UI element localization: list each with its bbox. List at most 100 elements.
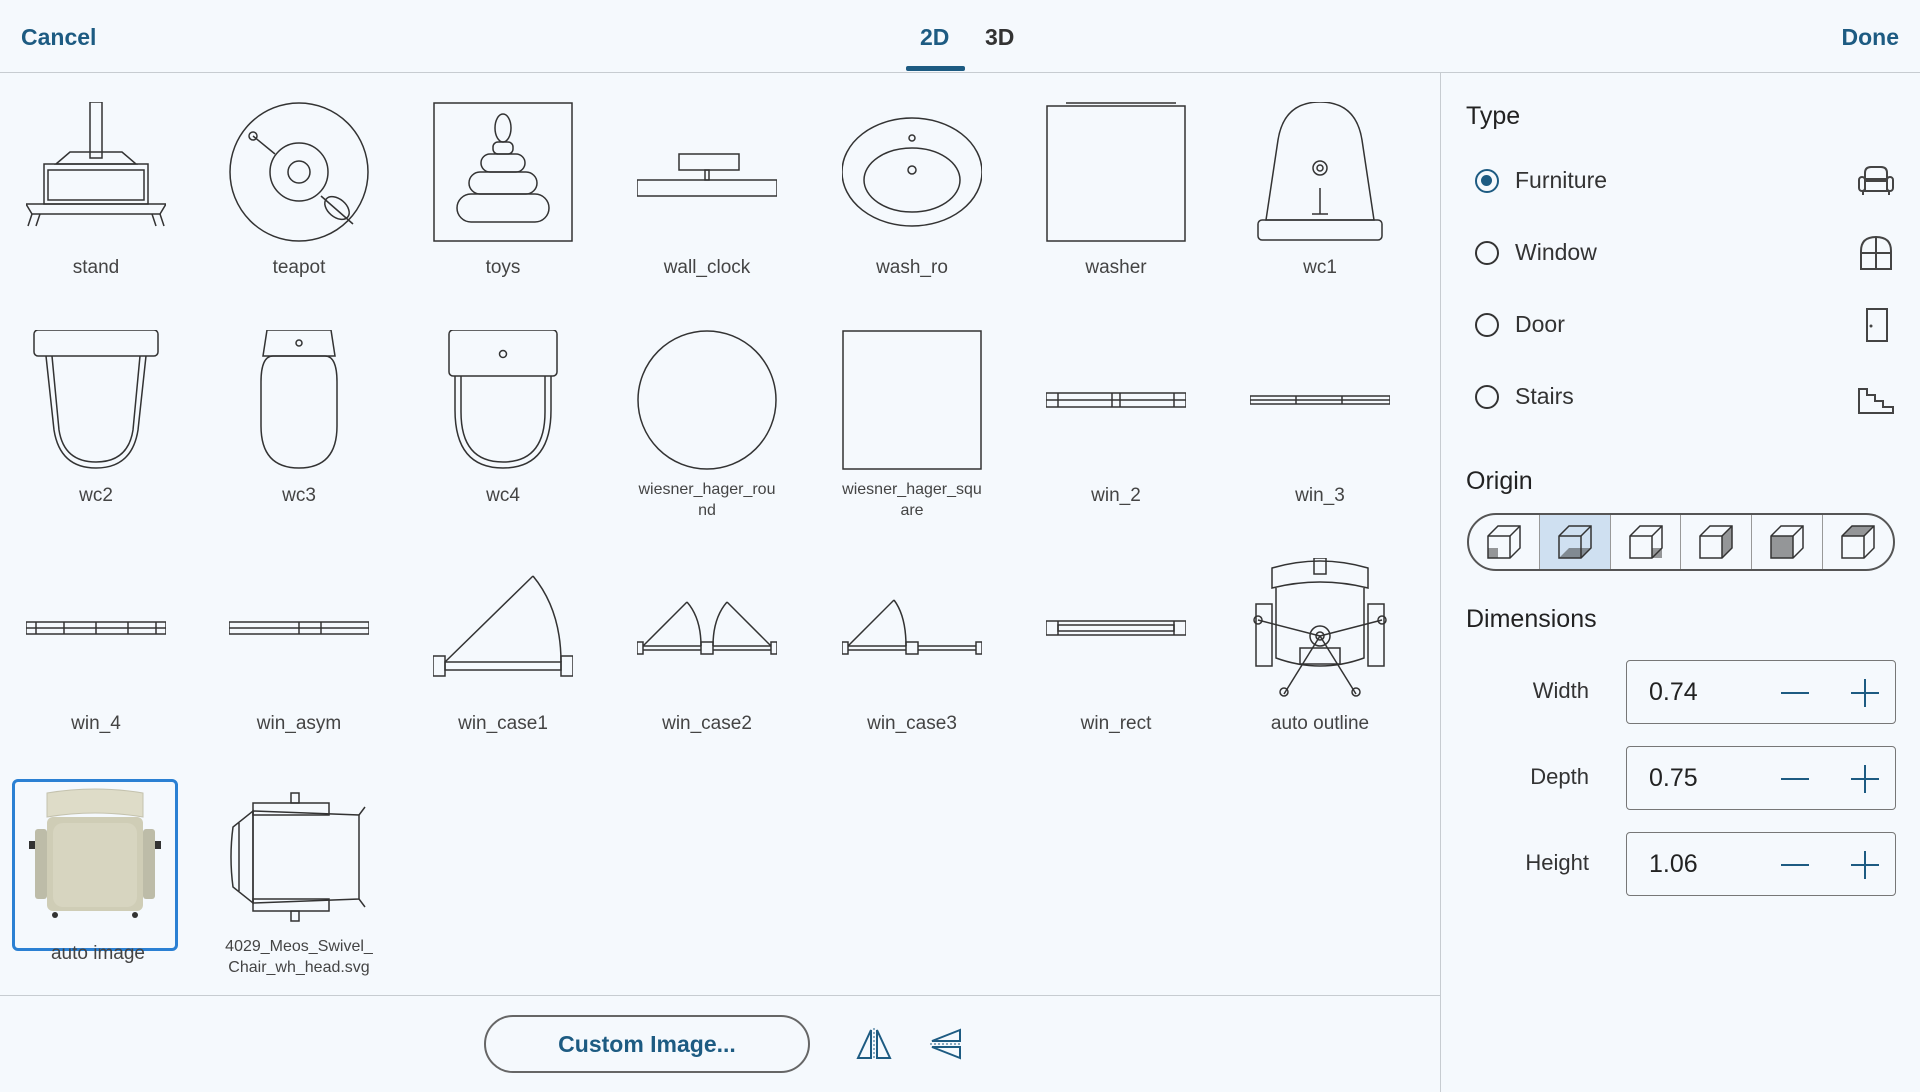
- square-table-thumbnail: [842, 330, 982, 470]
- minus-icon[interactable]: [1779, 849, 1811, 881]
- wc3-thumbnail: [260, 330, 338, 469]
- item-label: win_4: [71, 713, 121, 734]
- library-item-wc4[interactable]: wc4: [420, 322, 586, 506]
- item-label: wiesner_hager_squ are: [842, 481, 982, 519]
- footer-divider: [0, 995, 1440, 996]
- type-section-title: Type: [1466, 102, 1521, 130]
- item-label: teapot: [272, 257, 326, 278]
- cube-origin-icon: [1699, 525, 1734, 559]
- cube-origin-icon: [1487, 525, 1521, 559]
- height-label: Height: [1525, 850, 1589, 875]
- radio-button[interactable]: [1475, 169, 1499, 193]
- dimension-row-depth: Depth 0.75: [1441, 746, 1920, 810]
- library-item-wall-clock[interactable]: wall_clock: [624, 94, 790, 278]
- dimension-row-height: Height 1.06: [1441, 832, 1920, 896]
- win-rect-thumbnail: [1046, 620, 1186, 636]
- minus-icon[interactable]: [1779, 763, 1811, 795]
- win-case2-thumbnail: [637, 601, 777, 655]
- library-item-wiesner-hager-round[interactable]: wiesner_hager_rou nd: [624, 322, 790, 519]
- library-item-win-4[interactable]: win_4: [13, 550, 179, 734]
- library-item-wash-ro[interactable]: wash_ro: [829, 94, 995, 278]
- library-item-win-2[interactable]: win_2: [1033, 322, 1199, 506]
- flip-vertical-icon[interactable]: [928, 1026, 964, 1062]
- library-item-auto-image[interactable]: auto image: [12, 779, 178, 964]
- plus-icon[interactable]: [1849, 763, 1881, 795]
- cancel-button[interactable]: Cancel: [21, 24, 96, 51]
- radio-button[interactable]: [1475, 313, 1499, 337]
- plus-icon[interactable]: [1849, 677, 1881, 709]
- origin-option-5[interactable]: [1752, 515, 1824, 569]
- item-label: wash_ro: [876, 257, 948, 278]
- item-label: win_case1: [458, 713, 548, 734]
- width-value[interactable]: 0.74: [1649, 678, 1698, 707]
- origin-option-2[interactable]: [1539, 515, 1611, 569]
- tab-2d[interactable]: 2D: [920, 24, 949, 51]
- origin-option-6[interactable]: [1823, 515, 1893, 569]
- toys-thumbnail: [433, 102, 573, 242]
- item-label: wc4: [486, 485, 520, 506]
- width-field[interactable]: 0.74: [1626, 660, 1896, 724]
- item-label: win_3: [1295, 485, 1345, 506]
- item-label: win_asym: [256, 713, 342, 734]
- library-item-wc2[interactable]: wc2: [13, 322, 179, 506]
- height-value[interactable]: 1.06: [1649, 850, 1698, 879]
- item-label: auto image: [50, 943, 145, 964]
- library-item-win-3[interactable]: win_3: [1237, 322, 1403, 506]
- radio-button[interactable]: [1475, 241, 1499, 265]
- depth-value[interactable]: 0.75: [1649, 764, 1698, 793]
- type-option-stairs[interactable]: Stairs: [1475, 379, 1895, 419]
- win-case1-thumbnail: [433, 575, 573, 677]
- type-option-furniture[interactable]: Furniture: [1475, 163, 1895, 203]
- active-tab-indicator: [906, 66, 965, 71]
- stand-thumbnail: [26, 102, 166, 227]
- window-icon: [1860, 235, 1892, 270]
- library-item-win-case1[interactable]: win_case1: [420, 550, 586, 734]
- item-label: win_case3: [867, 713, 957, 734]
- door-icon: [1866, 308, 1888, 342]
- library-item-win-asym[interactable]: win_asym: [216, 550, 382, 734]
- origin-section-title: Origin: [1466, 467, 1533, 495]
- wash-ro-thumbnail: [842, 117, 982, 227]
- cube-origin-icon: [1770, 525, 1804, 559]
- height-field[interactable]: 1.06: [1626, 832, 1896, 896]
- library-item-toys[interactable]: toys: [420, 94, 586, 278]
- library-item-teapot[interactable]: teapot: [216, 94, 382, 278]
- minus-icon[interactable]: [1779, 677, 1811, 709]
- library-item-win-rect[interactable]: win_rect: [1033, 550, 1199, 734]
- library-item-meos-swivel-chair[interactable]: 4029_Meos_Swivel_ Chair_wh_head.svg: [216, 779, 382, 976]
- flip-horizontal-icon[interactable]: [856, 1026, 892, 1062]
- origin-option-4[interactable]: [1681, 515, 1753, 569]
- library-item-wc1[interactable]: wc1: [1237, 94, 1403, 278]
- type-option-door[interactable]: Door: [1475, 307, 1895, 347]
- plus-icon[interactable]: [1849, 849, 1881, 881]
- origin-option-3[interactable]: [1611, 515, 1682, 569]
- depth-field[interactable]: 0.75: [1626, 746, 1896, 810]
- done-button[interactable]: Done: [1842, 24, 1900, 51]
- dimensions-section-title: Dimensions: [1466, 605, 1597, 633]
- wall-clock-thumbnail: [637, 153, 777, 197]
- type-option-window[interactable]: Window: [1475, 235, 1895, 275]
- washer-thumbnail: [1046, 102, 1186, 242]
- type-label: Furniture: [1515, 167, 1608, 193]
- origin-option-1[interactable]: [1469, 515, 1540, 569]
- item-label: wc2: [79, 485, 113, 506]
- library-item-auto-outline[interactable]: auto outline: [1237, 550, 1403, 734]
- custom-image-button[interactable]: Custom Image...: [484, 1015, 810, 1073]
- library-item-washer[interactable]: washer: [1033, 94, 1199, 278]
- width-label: Width: [1532, 678, 1589, 703]
- item-label: win_rect: [1080, 713, 1152, 734]
- chair-image-thumbnail: [29, 788, 161, 918]
- tab-3d[interactable]: 3D: [985, 24, 1014, 51]
- item-label: washer: [1085, 257, 1147, 278]
- cube-origin-icon: [1628, 525, 1663, 559]
- library-item-wc3[interactable]: wc3: [216, 322, 382, 506]
- swivel-chair-thumbnail: [230, 792, 366, 922]
- radio-button[interactable]: [1475, 385, 1499, 409]
- library-item-win-case3[interactable]: win_case3: [829, 550, 995, 734]
- library-item-win-case2[interactable]: win_case2: [624, 550, 790, 734]
- wc2-thumbnail: [33, 330, 159, 469]
- library-item-stand[interactable]: stand: [13, 94, 179, 278]
- win-asym-thumbnail: [229, 621, 369, 635]
- dimension-row-width: Width 0.74: [1441, 660, 1920, 724]
- library-item-wiesner-hager-square[interactable]: wiesner_hager_squ are: [829, 322, 995, 519]
